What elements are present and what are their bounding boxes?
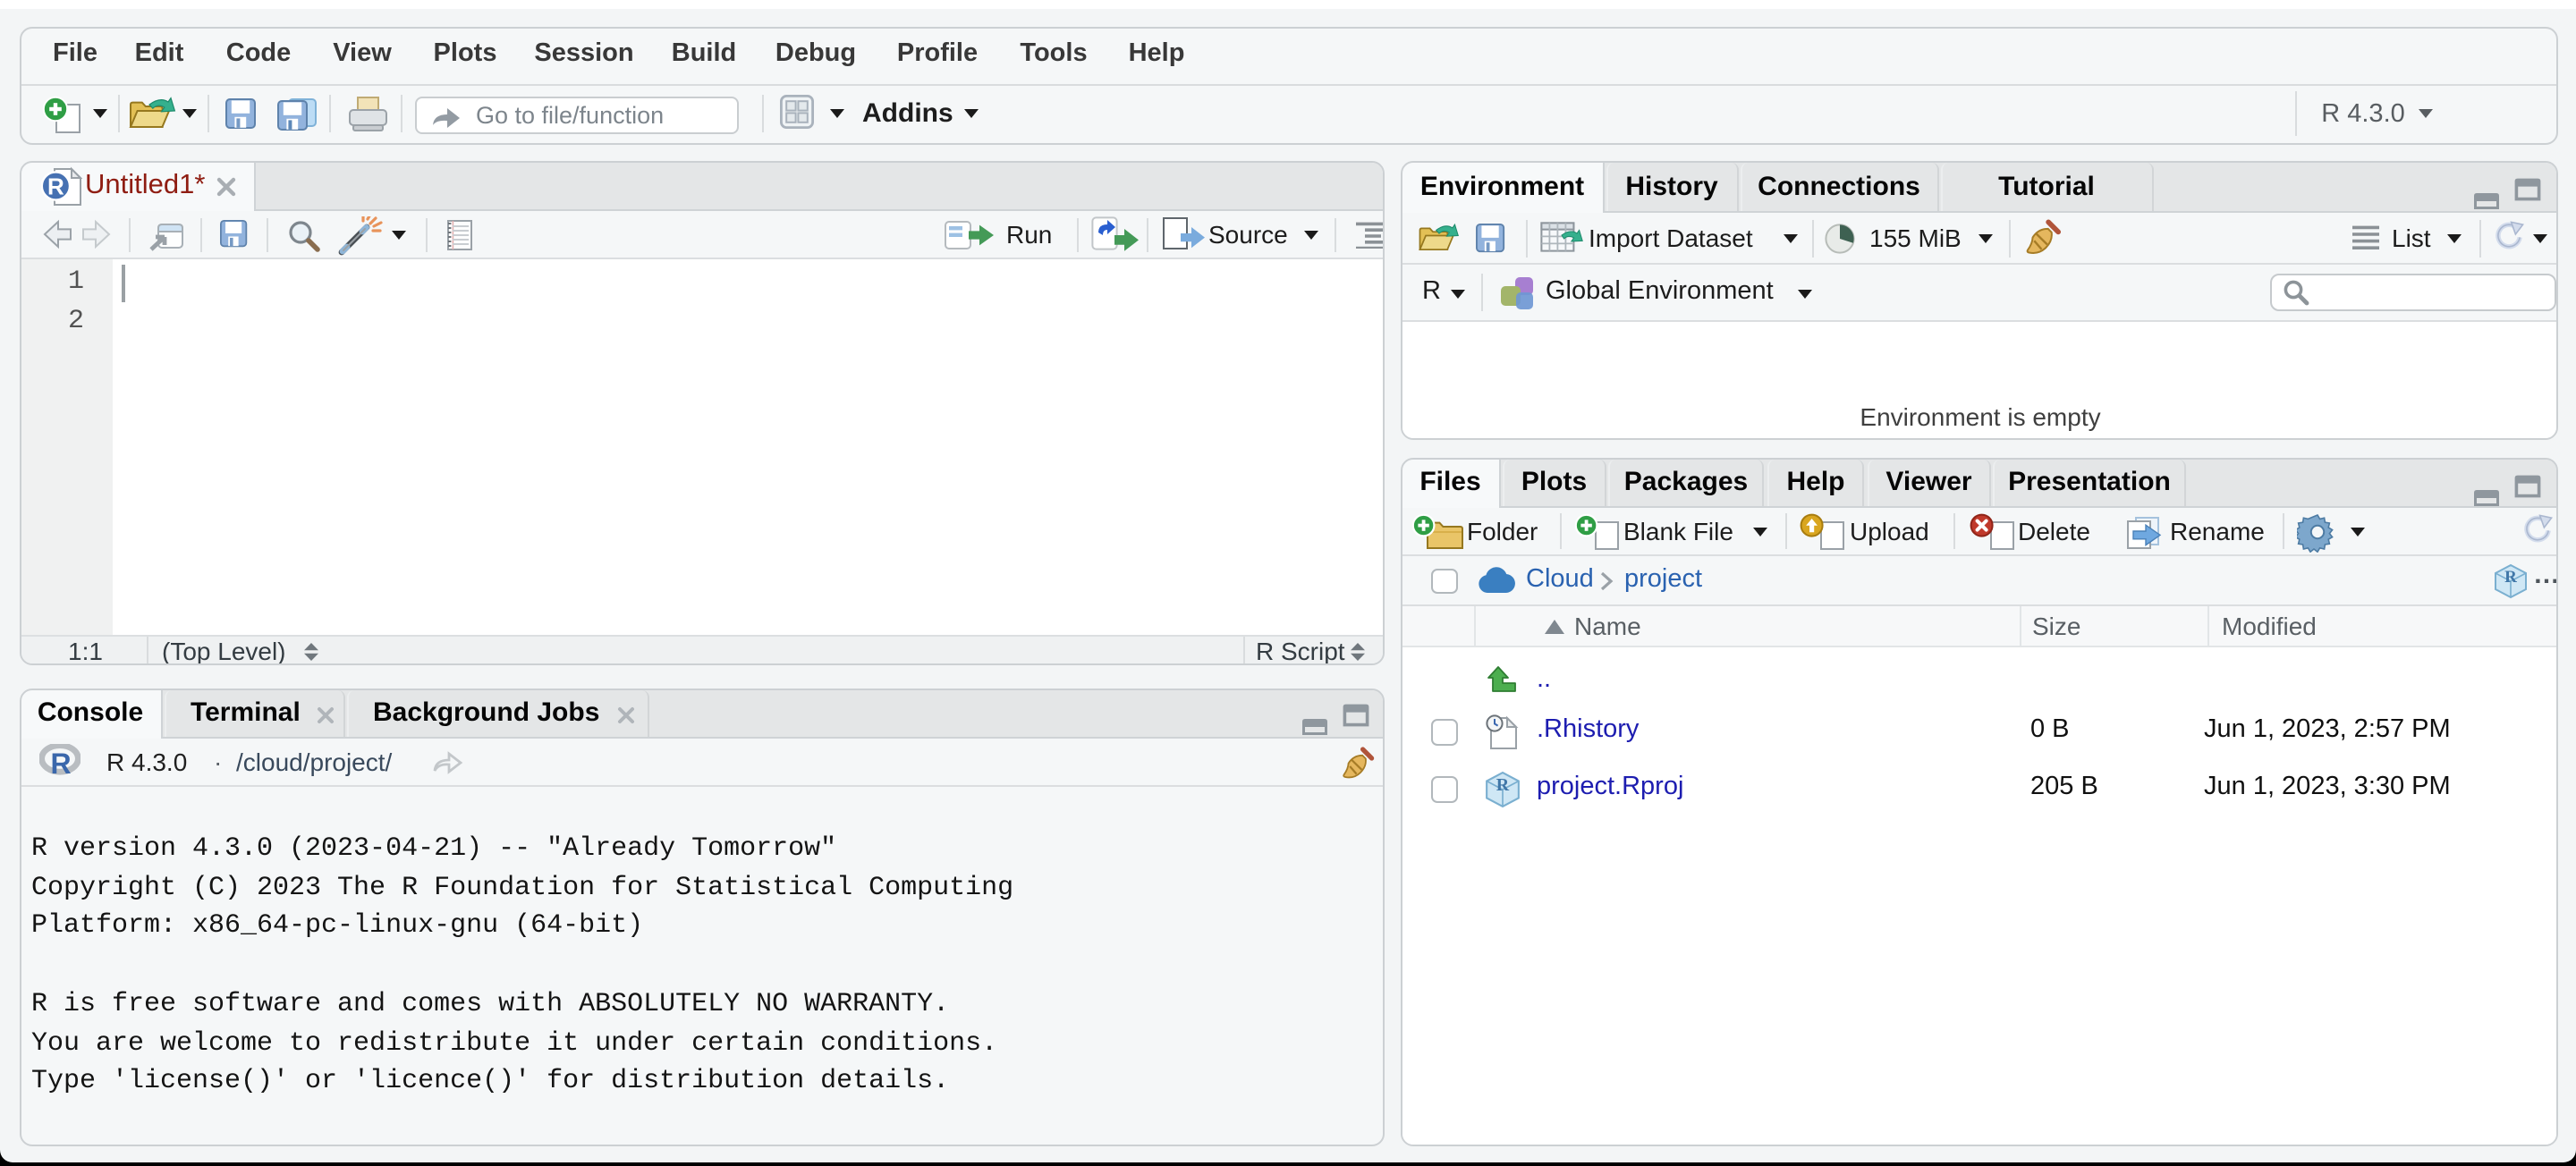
- svg-text:R: R: [49, 748, 70, 780]
- svg-text:R: R: [47, 173, 64, 200]
- svg-text:R: R: [1496, 775, 1510, 795]
- svg-text:R: R: [2504, 568, 2517, 587]
